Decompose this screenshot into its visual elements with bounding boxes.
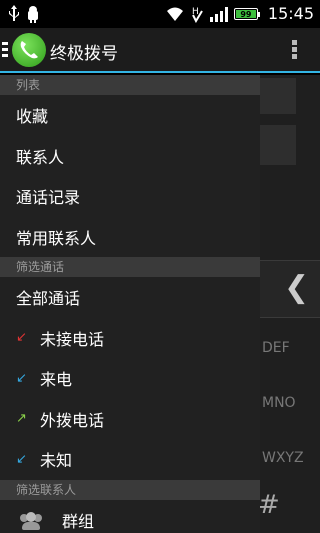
incoming-call-icon: ↙ (16, 370, 27, 386)
dialer-slot (260, 78, 296, 114)
app-title: 终极拨号 (50, 44, 118, 64)
section-header-list: 列表 (0, 75, 260, 95)
android-debug-icon (28, 6, 38, 23)
unknown-call-icon: ↙ (16, 451, 27, 467)
filter-label: 外拨电话 (40, 410, 105, 430)
drawer-item-call-log[interactable]: 通话记录 (0, 176, 260, 217)
missed-call-icon: ↙ (16, 330, 27, 346)
app-logo-icon[interactable] (12, 33, 46, 67)
clock: 15:45 (267, 4, 314, 23)
dialer-key-hash[interactable]: # (258, 490, 280, 520)
filter-missed-calls[interactable]: ↙ 未接电话 (0, 318, 260, 359)
dialer-key-def[interactable]: DEF (262, 340, 290, 356)
drawer-item-label: 通话记录 (16, 188, 81, 208)
filter-all-calls[interactable]: 全部通话 (0, 277, 260, 318)
section-header-filter-calls: 筛选通话 (0, 257, 260, 277)
drawer-item-label: 收藏 (16, 107, 49, 127)
drawer-item-label: 联系人 (16, 147, 65, 167)
dialer-key-mno[interactable]: MNO (262, 395, 296, 411)
outgoing-call-icon: ↗ (16, 411, 27, 427)
drawer-toggle-icon[interactable] (2, 42, 8, 58)
filter-incoming-calls[interactable]: ↙ 来电 (0, 358, 260, 399)
drawer-item-frequent[interactable]: 常用联系人 (0, 217, 260, 258)
status-bar: H 99 15:45 (0, 0, 320, 28)
dialer-slot (260, 125, 296, 165)
action-bar: 终极拨号 (0, 28, 320, 73)
filter-label: 未接电话 (40, 329, 105, 349)
navigation-drawer: 列表 收藏 联系人 通话记录 常用联系人 筛选通话 全部通话 ↙ 未接电话 ↙ 来电… (0, 75, 260, 533)
filter-label: 来电 (40, 370, 73, 390)
backspace-icon[interactable]: ❮ (284, 270, 309, 305)
drawer-item-contacts[interactable]: 联系人 (0, 136, 260, 177)
filter-unknown-calls[interactable]: ↙ 未知 (0, 439, 260, 480)
notification-icons (8, 5, 40, 23)
overflow-menu-icon[interactable] (292, 40, 298, 60)
battery-level: 99 (235, 9, 256, 19)
filter-groups[interactable]: 群组 (0, 500, 260, 533)
drawer-item-favorites[interactable]: 收藏 (0, 95, 260, 136)
filter-label: 未知 (40, 451, 73, 471)
drawer-item-label: 常用联系人 (16, 228, 97, 248)
signal-icon (209, 6, 228, 22)
filter-label: 全部通话 (16, 289, 81, 309)
battery-icon: 99 (233, 7, 260, 20)
dialer-key-wxyz[interactable]: WXYZ (262, 450, 304, 466)
group-icon (20, 510, 44, 530)
wifi-icon (166, 7, 183, 21)
data-h-icon: H (192, 7, 203, 23)
system-icons: H 99 15:45 (166, 4, 314, 23)
filter-label: 群组 (62, 511, 95, 531)
filter-outgoing-calls[interactable]: ↗ 外拨电话 (0, 399, 260, 440)
section-header-filter-contacts: 筛选联系人 (0, 479, 260, 500)
usb-icon (9, 5, 19, 21)
